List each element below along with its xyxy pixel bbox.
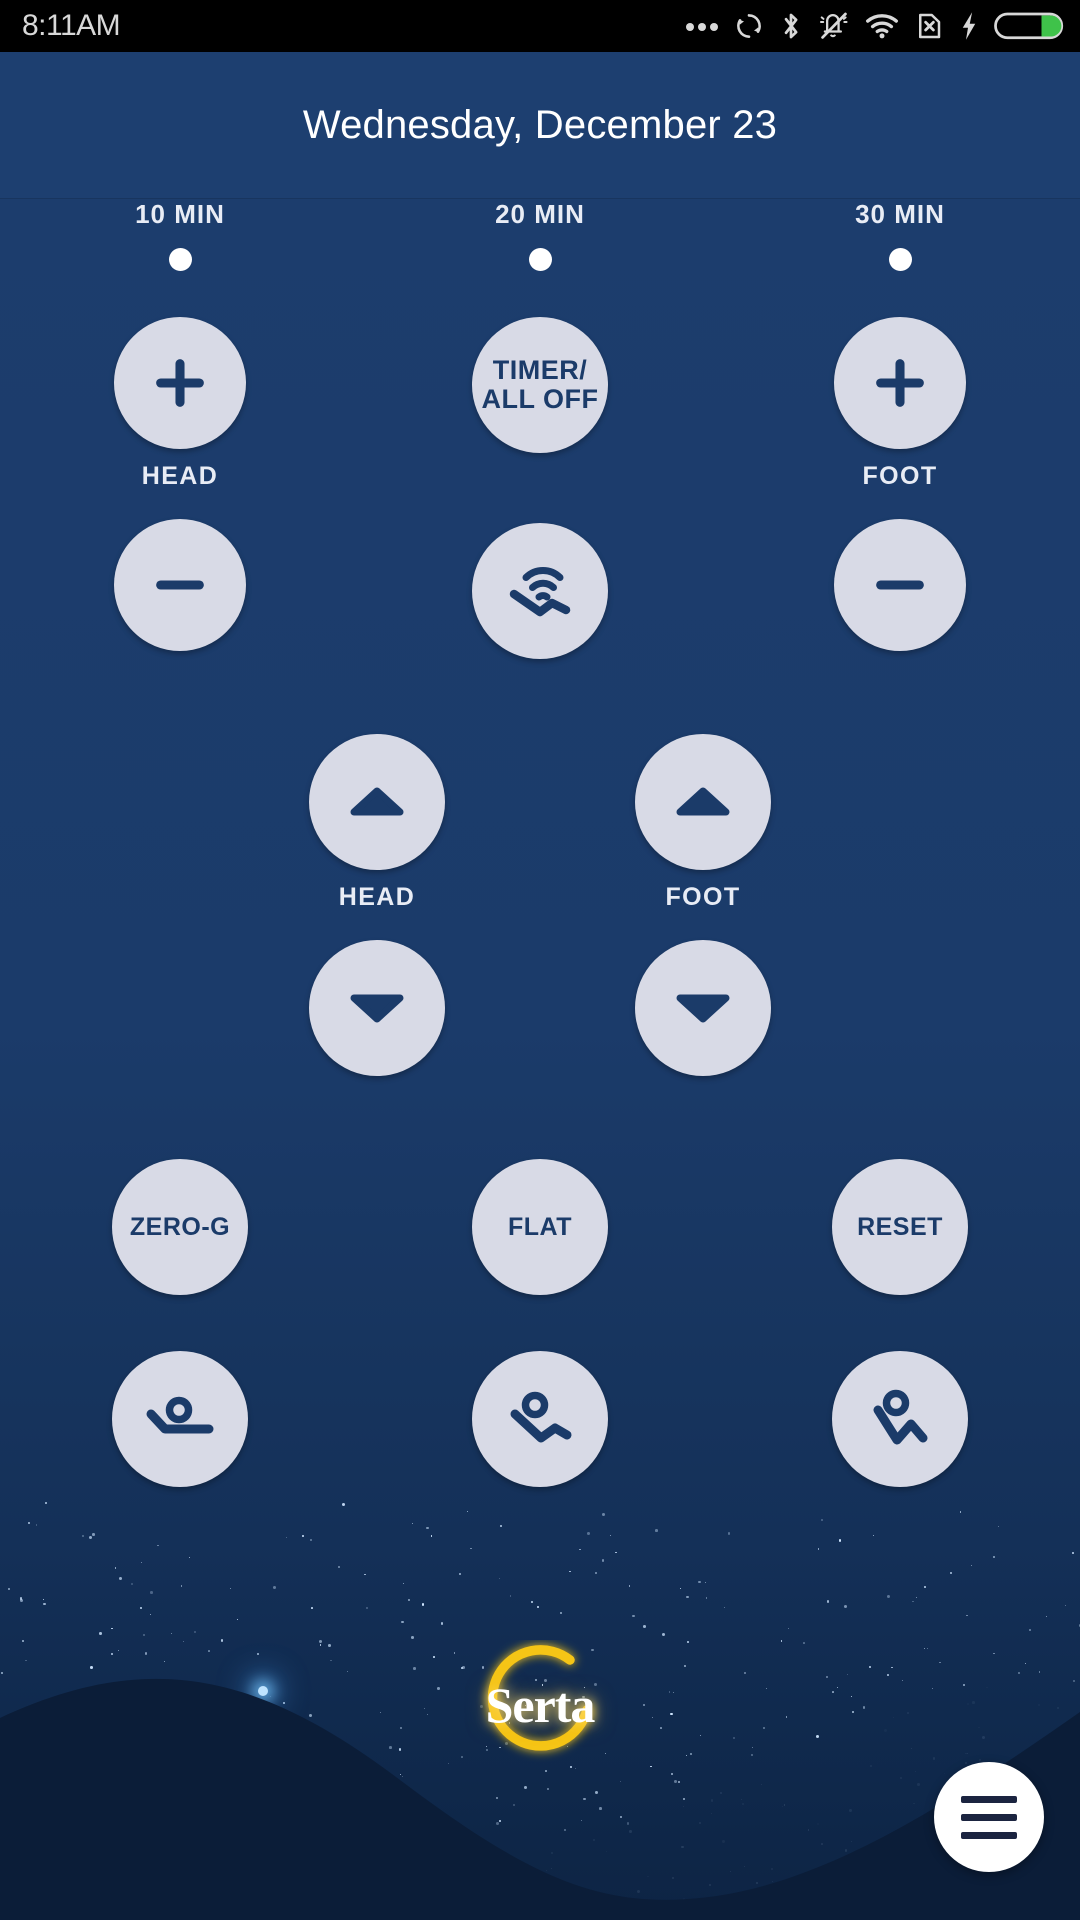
timer-indicator-10[interactable] [168,248,192,271]
timer-label-10: 10 MIN [135,199,225,229]
massage-head-group: HEAD [30,317,330,651]
bed-zero-g-icon [510,1391,572,1443]
plus-icon [876,359,924,407]
hamburger-menu-icon [961,1795,1017,1839]
bluetooth-icon [784,13,798,39]
more-dots-icon [686,23,718,31]
status-bar-icons [685,10,1064,42]
timer-preset-10[interactable]: 10 MIN [30,199,330,271]
minus-icon [876,580,924,590]
massage-foot-decrease-button[interactable] [834,519,966,651]
preset-reset-label: RESET [857,1212,943,1241]
timer-all-off-button[interactable]: TIMER/ ALL OFF [472,317,608,453]
position-foot-label: FOOT [665,883,741,911]
up-arrow-icon [350,787,404,816]
page-title: Wednesday, December 23 [302,102,778,147]
sync-icon [737,14,761,38]
massage-control-row: HEAD TIMER/ ALL OFF FOOT [0,317,1080,659]
timer-all-off-line1: TIMER/ [492,354,588,385]
position-preset-raised-button[interactable] [832,1351,968,1487]
position-control-row: HEAD FOOT [0,734,1080,1076]
position-preset-row [0,1351,1080,1487]
position-foot-down-button[interactable] [635,940,771,1076]
position-preset-1-group [30,1351,330,1487]
position-head-up-button[interactable] [309,734,445,870]
massage-head-increase-button[interactable] [114,317,246,449]
status-bar: 8:11AM [0,0,1080,52]
timer-label-20: 20 MIN [495,199,585,229]
timer-massage-group: TIMER/ ALL OFF [390,317,690,659]
minus-icon [156,580,204,590]
preset-zero-g-button[interactable]: ZERO-G [112,1159,248,1295]
position-preset-flat-recline-button[interactable] [112,1351,248,1487]
timer-preset-20[interactable]: 20 MIN [390,199,690,271]
serta-logo-text: Serta [485,1677,596,1733]
preset-button-row: ZERO-G FLAT RESET [0,1159,1080,1295]
preset-flat-group: FLAT [390,1159,690,1295]
timer-label-30: 30 MIN [855,199,945,229]
timer-preset-30[interactable]: 30 MIN [750,199,1050,271]
position-foot-up-button[interactable] [635,734,771,870]
silent-bell-icon [820,12,848,39]
massage-foot-increase-button[interactable] [834,317,966,449]
bed-flat-recline-icon [146,1396,214,1434]
plus-icon [156,359,204,407]
preset-zero-g-group: ZERO-G [30,1159,330,1295]
down-arrow-icon [350,994,404,1023]
timer-all-off-line2: ALL OFF [481,384,599,414]
menu-button[interactable] [934,1762,1044,1872]
status-bar-clock: 8:11AM [22,9,121,42]
position-preset-3-group [750,1351,1050,1487]
down-arrow-icon [676,994,730,1023]
up-arrow-icon [676,787,730,816]
massage-foot-group: FOOT [750,317,1050,651]
position-preset-zero-g-button[interactable] [472,1351,608,1487]
massage-head-decrease-button[interactable] [114,519,246,651]
timer-indicator-20[interactable] [528,248,552,271]
position-preset-2-group [390,1351,690,1487]
massage-wave-icon [509,566,571,617]
massage-foot-label: FOOT [862,462,938,490]
position-head-group: HEAD [309,734,445,1076]
position-foot-group: FOOT [635,734,771,1076]
preset-flat-label: FLAT [507,1212,572,1241]
app-header: Wednesday, December 23 [0,52,1080,199]
wifi-icon [866,14,898,39]
massage-head-label: HEAD [141,462,219,490]
position-head-down-button[interactable] [309,940,445,1076]
position-head-label: HEAD [338,883,416,911]
serta-logo: Serta [435,1640,645,1770]
preset-reset-button[interactable]: RESET [832,1159,968,1295]
preset-zero-g-label: ZERO-G [129,1212,231,1241]
timer-preset-row: 10 MIN 20 MIN 30 MIN [0,199,1080,271]
bed-raised-icon [873,1389,928,1445]
battery-icon [994,12,1064,40]
timer-indicator-30[interactable] [888,248,912,271]
remote-control-panel: 10 MIN 20 MIN 30 MIN HEAD TIMER/ ALL OFF… [0,199,1080,1920]
preset-reset-group: RESET [750,1159,1050,1295]
charging-bolt-icon [962,12,976,40]
no-sim-icon [919,13,941,39]
massage-mode-button[interactable] [472,523,608,659]
preset-flat-button[interactable]: FLAT [472,1159,608,1295]
